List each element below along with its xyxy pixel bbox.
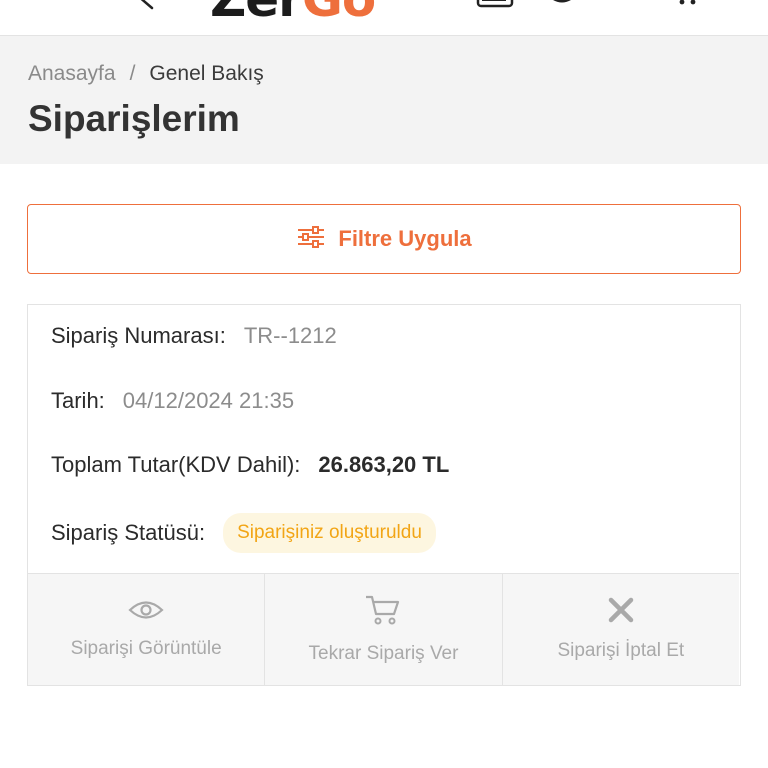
- close-icon: [608, 597, 634, 628]
- breadcrumb-current: Genel Bakış: [149, 62, 264, 85]
- back-arrow-icon[interactable]: [134, 0, 158, 17]
- order-number-value: TR--1212: [243, 323, 337, 348]
- eye-icon: [128, 599, 164, 626]
- order-total-label: Toplam Tutar(KDV Dahil):: [51, 452, 301, 477]
- breadcrumb: Anasayfa / Genel Bakış: [28, 62, 264, 86]
- top-header: ZerGo: [0, 0, 768, 36]
- order-card: Sipariş Numarası: TR--1212 Tarih: 04/12/…: [27, 304, 741, 686]
- status-badge: Siparişiniz oluşturuldu: [223, 513, 436, 553]
- page-title: Siparişlerim: [28, 98, 240, 139]
- wallet-icon[interactable]: [476, 0, 516, 15]
- order-date-label: Tarih:: [51, 388, 105, 413]
- filter-button-label: Filtre Uygula: [338, 226, 472, 251]
- cart-icon: [365, 594, 401, 631]
- breadcrumb-separator: /: [129, 62, 136, 85]
- user-icon[interactable]: [540, 0, 584, 15]
- filter-button[interactable]: Filtre Uygula: [27, 204, 741, 274]
- order-number-row: Sipariş Numarası: TR--1212: [51, 323, 337, 349]
- sliders-icon: [296, 225, 326, 253]
- order-number-label: Sipariş Numarası:: [51, 323, 226, 348]
- breadcrumb-home-link[interactable]: Anasayfa: [28, 62, 116, 86]
- view-order-button[interactable]: Siparişi Görüntüle: [28, 574, 266, 685]
- order-status-label: Sipariş Statüsü:: [51, 520, 206, 545]
- order-total-value: 26.863,20 TL: [318, 452, 450, 477]
- reorder-label: Tekrar Sipariş Ver: [308, 643, 459, 664]
- order-date-value: 04/12/2024 21:35: [122, 388, 295, 413]
- cancel-order-button[interactable]: Siparişi İptal Et: [503, 574, 739, 685]
- cancel-order-label: Siparişi İptal Et: [557, 640, 685, 661]
- brand-logo[interactable]: ZerGo: [210, 0, 376, 24]
- order-total-row: Toplam Tutar(KDV Dahil): 26.863,20 TL: [51, 452, 449, 478]
- order-actions: Siparişi Görüntüle Tekrar Sipariş Ver Si…: [28, 573, 739, 685]
- order-status-row: Sipariş Statüsü: Siparişiniz oluşturuldu: [51, 513, 436, 553]
- cart-icon[interactable]: [676, 0, 700, 15]
- order-date-row: Tarih: 04/12/2024 21:35: [51, 388, 294, 414]
- page-header: Anasayfa / Genel Bakış Siparişlerim: [0, 36, 768, 164]
- view-order-label: Siparişi Görüntüle: [70, 638, 222, 659]
- reorder-button[interactable]: Tekrar Sipariş Ver: [265, 574, 503, 685]
